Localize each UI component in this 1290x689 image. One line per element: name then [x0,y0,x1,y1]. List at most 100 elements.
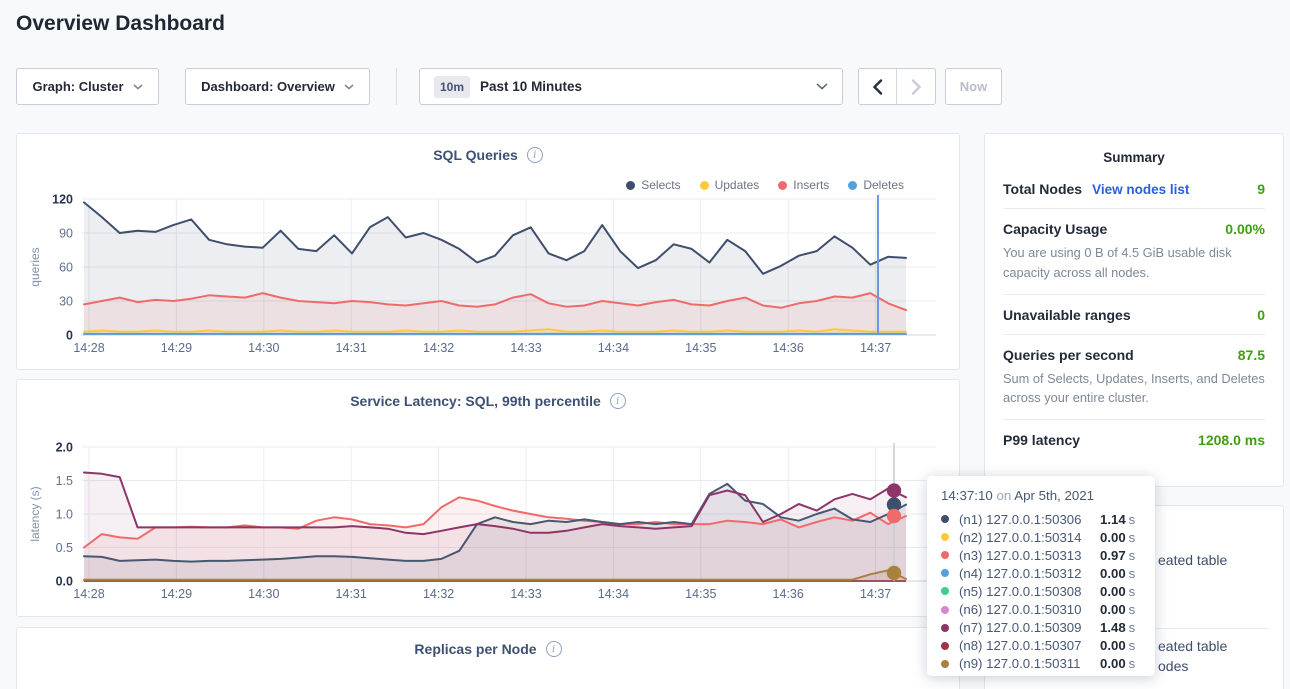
latency-unit: s [1129,512,1136,527]
series-dot [941,606,949,614]
summary-subtext: Sum of Selects, Updates, Inserts, and De… [1003,369,1265,409]
svg-text:1.5: 1.5 [56,474,73,488]
sql-queries-card: SQL Queries i SelectsUpdatesInsertsDelet… [16,133,960,370]
node-address: (n3) 127.0.0.1:50313 [959,548,1100,563]
series-dot [941,660,949,668]
svg-text:14:35: 14:35 [685,341,716,355]
event-text-fragment: odes [1158,658,1188,674]
service-latency-chart[interactable]: 0.00.51.01.52.014:2814:2914:3014:3114:32… [17,380,961,618]
tooltip-row: (n3) 127.0.0.1:503130.97s [941,546,1141,564]
latency-value: 1.48 [1100,620,1126,635]
summary-item: Total NodesView nodes list9 [1003,169,1265,209]
svg-text:14:34: 14:34 [598,587,629,601]
svg-text:14:31: 14:31 [336,341,367,355]
latency-unit: s [1129,548,1136,563]
overview-dashboard-page: Overview Dashboard Graph: Cluster Dashbo… [0,0,1290,689]
svg-text:14:36: 14:36 [773,587,804,601]
svg-text:0.5: 0.5 [56,541,73,555]
node-address: (n7) 127.0.0.1:50309 [959,620,1100,635]
summary-item: Unavailable ranges0 [1003,295,1265,335]
hover-tooltip: 14:37:10 on Apr 5th, 2021 (n1) 127.0.0.1… [927,476,1155,676]
summary-value: 0 [1257,307,1265,323]
event-text-fragment: eated table [1158,552,1227,568]
chevron-down-icon [133,84,143,90]
tooltip-row: (n6) 127.0.0.1:503100.00s [941,600,1141,618]
svg-text:14:34: 14:34 [598,341,629,355]
svg-text:14:37: 14:37 [860,341,891,355]
next-time-button[interactable] [897,69,935,104]
time-step-buttons [858,68,936,105]
summary-subtext: You are using 0 B of 4.5 GiB usable disk… [1003,243,1265,283]
tooltip-timestamp: 14:37:10 on Apr 5th, 2021 [941,488,1141,503]
svg-text:14:31: 14:31 [336,587,367,601]
latency-unit: s [1129,602,1136,617]
summary-item: Queries per second 87.5 Sum of Selects, Up… [1003,335,1265,421]
series-dot [941,569,949,577]
latency-value: 0.00 [1100,602,1126,617]
view-nodes-link[interactable]: View nodes list [1092,182,1189,197]
replicas-chart-title: Replicas per Node [414,641,536,657]
replicas-per-node-card: Replicas per Node i [16,627,960,689]
latency-value: 0.00 [1100,566,1126,581]
summary-label: Capacity Usage [1003,221,1107,237]
summary-label: Queries per second [1003,347,1134,363]
prev-time-button[interactable] [859,69,897,104]
series-dot [941,642,949,650]
summary-value: 9 [1257,181,1265,197]
latency-value: 0.00 [1100,656,1126,671]
series-dot [941,533,949,541]
svg-text:14:33: 14:33 [510,587,541,601]
series-dot [941,515,949,523]
node-address: (n1) 127.0.0.1:50306 [959,512,1100,527]
svg-text:60: 60 [59,261,73,275]
summary-label: P99 latency [1003,432,1080,448]
svg-text:1.0: 1.0 [56,508,73,522]
chevron-down-icon [816,83,828,90]
svg-text:14:32: 14:32 [423,587,454,601]
svg-text:14:28: 14:28 [73,587,104,601]
tooltip-row: (n4) 127.0.0.1:503120.00s [941,564,1141,582]
node-address: (n8) 127.0.0.1:50307 [959,638,1100,653]
svg-text:0.0: 0.0 [56,575,73,589]
node-address: (n4) 127.0.0.1:50312 [959,566,1100,581]
dashboard-dropdown-label: Dashboard: Overview [201,79,335,94]
latency-unit: s [1129,620,1136,635]
svg-text:14:30: 14:30 [248,341,279,355]
node-address: (n6) 127.0.0.1:50310 [959,602,1100,617]
tooltip-row: (n5) 127.0.0.1:503080.00s [941,582,1141,600]
dashboard-dropdown[interactable]: Dashboard: Overview [185,68,370,105]
tooltip-row: (n2) 127.0.0.1:503140.00s [941,528,1141,546]
latency-unit: s [1129,530,1136,545]
summary-items: Total NodesView nodes list9Capacity Usag… [1003,169,1265,459]
chevron-right-icon [911,79,922,95]
summary-item: P99 latency1208.0 ms [1003,420,1265,459]
series-dot [941,624,949,632]
graph-dropdown[interactable]: Graph: Cluster [16,68,159,105]
time-range-label: Past 10 Minutes [480,79,582,94]
svg-text:queries: queries [28,247,42,286]
now-button[interactable]: Now [945,68,1002,105]
controls-divider [396,68,397,105]
tooltip-row: (n8) 127.0.0.1:503070.00s [941,637,1141,655]
tooltip-row: (n1) 127.0.0.1:503061.14s [941,510,1141,528]
svg-text:14:33: 14:33 [510,341,541,355]
latency-unit: s [1129,656,1136,671]
svg-text:14:37: 14:37 [860,587,891,601]
svg-text:120: 120 [52,193,73,207]
chevron-left-icon [872,79,883,95]
sql-queries-chart[interactable]: 030609012014:2814:2914:3014:3114:3214:33… [17,134,961,371]
event-text-fragment: eated table [1158,638,1227,654]
latency-unit: s [1129,584,1136,599]
svg-text:14:30: 14:30 [248,587,279,601]
summary-item: Capacity Usage 0.00% You are using 0 B of … [1003,209,1265,295]
svg-text:14:36: 14:36 [773,341,804,355]
tooltip-row: (n7) 127.0.0.1:503091.48s [941,619,1141,637]
latency-value: 0.00 [1100,530,1126,545]
summary-value: 0.00% [1225,221,1265,237]
summary-value: 87.5 [1238,347,1265,363]
time-range-picker[interactable]: 10m Past 10 Minutes [419,68,843,105]
svg-text:30: 30 [59,295,73,309]
chevron-down-icon [344,84,354,90]
node-address: (n9) 127.0.0.1:50311 [959,656,1100,671]
info-icon[interactable]: i [546,641,562,657]
